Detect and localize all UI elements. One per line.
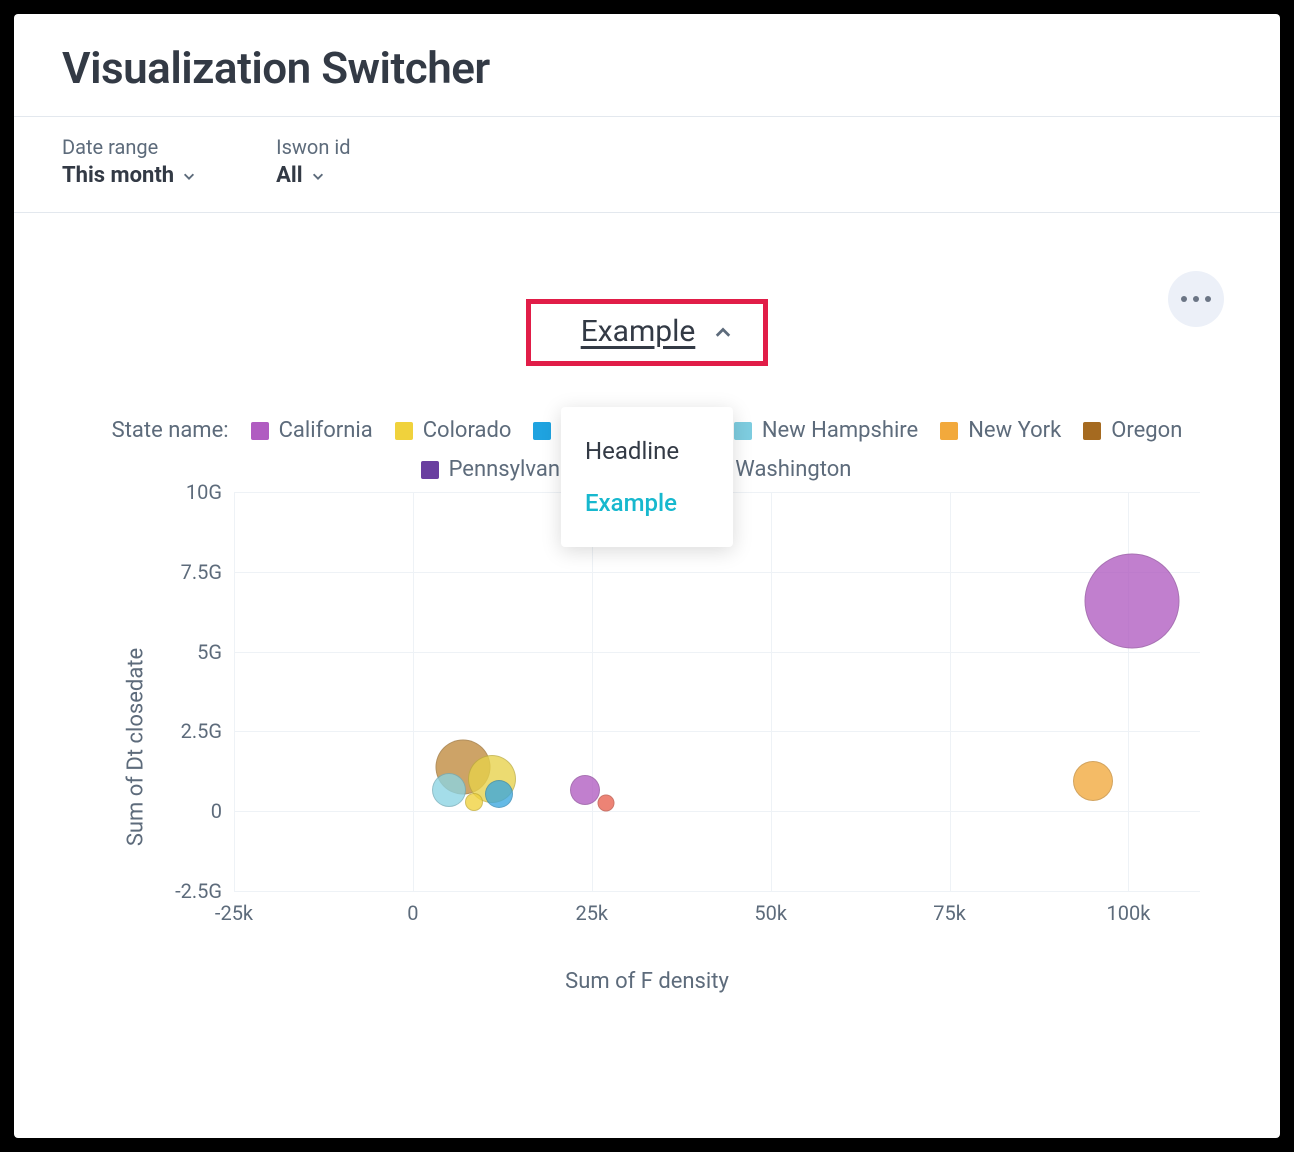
legend-title: State name: — [112, 418, 229, 443]
legend-swatch — [395, 422, 413, 440]
filter-iswon-id: Iswon id All — [276, 135, 350, 188]
y-tick-label: 0 — [142, 799, 222, 823]
bubble-massachusetts[interactable] — [485, 780, 513, 808]
app-frame: Visualization Switcher Date range This m… — [14, 14, 1280, 1138]
legend-swatch — [421, 461, 439, 479]
legend-label: Oregon — [1111, 418, 1182, 443]
filter-value-date-range[interactable]: This month — [62, 163, 196, 188]
x-tick-label: -25k — [215, 901, 253, 925]
gridline — [234, 652, 1200, 653]
legend-item[interactable]: New York — [940, 418, 1061, 443]
ellipsis-icon — [1181, 296, 1187, 302]
filter-value-text: All — [276, 163, 302, 188]
x-tick-label: 25k — [575, 901, 608, 925]
switcher-highlight-box: Example — [526, 299, 769, 366]
filter-label: Date range — [62, 135, 196, 159]
x-tick-label: 0 — [407, 901, 418, 925]
y-tick-label: -2.5G — [142, 879, 222, 903]
y-tick-label: 10G — [142, 480, 222, 504]
chart-card: Example Headline Example State name: Cal… — [14, 213, 1280, 1002]
legend-item[interactable]: Oregon — [1083, 418, 1182, 443]
gridline — [413, 492, 414, 891]
chevron-down-icon — [311, 169, 325, 183]
x-tick-label: 75k — [933, 901, 966, 925]
switcher-option-headline[interactable]: Headline — [561, 425, 733, 477]
more-options-button[interactable] — [1168, 271, 1224, 327]
switcher-dropdown: Headline Example — [561, 407, 733, 547]
y-tick-label: 5G — [142, 640, 222, 664]
y-tick-label: 7.5G — [142, 560, 222, 584]
legend-label: Pennsylvania — [449, 457, 578, 482]
ellipsis-icon — [1193, 296, 1199, 302]
legend-item[interactable]: New Hampshire — [734, 418, 918, 443]
legend-swatch — [734, 422, 752, 440]
y-tick-label: 2.5G — [142, 719, 222, 743]
legend-swatch — [940, 422, 958, 440]
legend-label: New Hampshire — [762, 418, 918, 443]
gridline — [1128, 492, 1129, 891]
x-tick-label: 50k — [754, 901, 787, 925]
legend-label: Washington — [735, 457, 851, 482]
filter-bar: Date range This month Iswon id All — [14, 117, 1280, 213]
bubble-new-york[interactable] — [1073, 761, 1113, 801]
filter-date-range: Date range This month — [62, 135, 196, 188]
legend-item[interactable]: Pennsylvania — [421, 457, 578, 482]
header: Visualization Switcher — [14, 14, 1280, 117]
bubble-new-hampshire[interactable] — [432, 773, 466, 807]
gridline — [592, 492, 593, 891]
legend-swatch — [1083, 422, 1101, 440]
page-title: Visualization Switcher — [62, 42, 1232, 94]
gridline — [234, 572, 1200, 573]
bubble-colorado[interactable] — [465, 793, 483, 811]
chevron-up-icon — [713, 322, 733, 342]
legend-label: New York — [968, 418, 1061, 443]
gridline — [234, 811, 1200, 812]
bubble-california[interactable] — [1085, 553, 1180, 648]
legend-swatch — [251, 422, 269, 440]
legend-label: California — [279, 418, 373, 443]
x-axis-label: Sum of F density — [64, 969, 1230, 994]
ellipsis-icon — [1205, 296, 1211, 302]
legend-swatch — [533, 422, 551, 440]
legend-item[interactable]: California — [251, 418, 373, 443]
switcher-trigger[interactable]: Example — [581, 314, 696, 349]
legend-label: Colorado — [423, 418, 512, 443]
bubble-texas[interactable] — [598, 795, 615, 812]
gridline — [771, 492, 772, 891]
visualization-switcher: Example — [14, 299, 1280, 366]
gridline — [234, 492, 235, 891]
gridline — [950, 492, 951, 891]
filter-value-text: This month — [62, 163, 174, 188]
legend-item[interactable]: Colorado — [395, 418, 512, 443]
gridline — [234, 731, 1200, 732]
filter-label: Iswon id — [276, 135, 350, 159]
x-tick-label: 100k — [1107, 901, 1151, 925]
switcher-option-example[interactable]: Example — [561, 477, 733, 529]
bubble-chart: Sum of Dt closedate -2.5G02.5G5G7.5G10G-… — [64, 492, 1230, 1002]
filter-value-iswon-id[interactable]: All — [276, 163, 350, 188]
bubble-california_b[interactable] — [570, 775, 600, 805]
gridline — [234, 891, 1200, 892]
plot-area: -2.5G02.5G5G7.5G10G-25k025k50k75k100k — [234, 492, 1200, 892]
chevron-down-icon — [182, 169, 196, 183]
